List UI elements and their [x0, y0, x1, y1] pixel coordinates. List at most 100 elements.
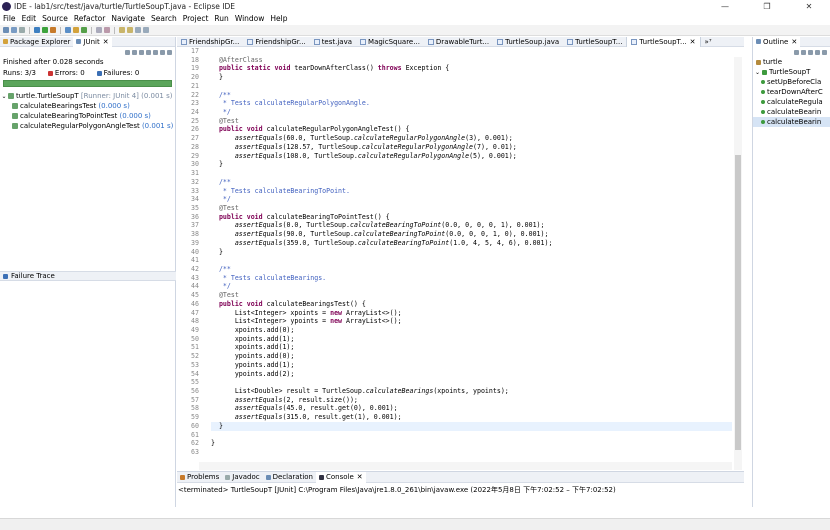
close-tab-icon[interactable]: ✕: [690, 38, 696, 46]
line-number: 17: [191, 47, 199, 55]
line-number: 35: [191, 203, 199, 212]
menu-help[interactable]: Help: [270, 14, 287, 23]
tab-junit[interactable]: JUnit ✕: [73, 36, 112, 47]
test-tree: ⌄ turtle.TurtleSoupT [Runner: JUnit 4] (…: [0, 91, 175, 131]
restore-button[interactable]: ❐: [746, 0, 788, 13]
outline-view: Outline ✕ turtle ⌄ TurtleSoupT setUpBefor…: [752, 36, 830, 507]
line-number: 30: [191, 160, 199, 169]
menu-run[interactable]: Run: [214, 14, 228, 23]
menu-navigate[interactable]: Navigate: [111, 14, 145, 23]
outline-item-method[interactable]: tearDownAfterC: [753, 87, 830, 97]
editor-horizontal-scrollbar[interactable]: [199, 462, 732, 470]
history-icon[interactable]: [160, 49, 165, 55]
tab-outline[interactable]: Outline ✕: [753, 36, 801, 47]
line-number-gutter: 17 18 19 20 21 22 23 24 25 26 27 28 29 30 31 32 33 34 35 36…: [177, 47, 199, 460]
editor-tab[interactable]: test.java: [310, 37, 356, 47]
code-lines[interactable]: @AfterClass public static void tearDownA…: [211, 47, 732, 457]
line-number: 42: [191, 264, 199, 273]
line-number: 36: [191, 212, 199, 221]
editor-tab-active[interactable]: TurtleSoupT... ✕: [626, 36, 701, 47]
line-number: 33: [191, 186, 199, 195]
console-output: <terminated> TurtleSoupT [JUnit] C:\Prog…: [178, 486, 616, 494]
code-area[interactable]: 17 18 19 20 21 22 23 24 25 26 27 28 29 30 31 32 33 34 35 36…: [177, 47, 744, 470]
tab-javadoc[interactable]: Javadoc: [222, 472, 262, 483]
tab-problems[interactable]: Problems: [177, 472, 222, 483]
editor-tab[interactable]: FriendshipGr...: [177, 37, 243, 47]
editor-tab[interactable]: MagicSquare...: [356, 37, 424, 47]
minimize-button[interactable]: —: [704, 0, 746, 13]
menu-window[interactable]: Window: [235, 14, 265, 23]
java-file-icon: [497, 38, 504, 45]
tab-declaration[interactable]: Declaration: [263, 472, 316, 483]
editor-tab[interactable]: DrawableTurt...: [424, 37, 493, 47]
outline-item-method[interactable]: setUpBeforeCla: [753, 77, 830, 87]
editor-tab[interactable]: FriendshipGr...: [243, 37, 309, 47]
rerun-icon[interactable]: [139, 49, 144, 55]
view-menu-icon[interactable]: [822, 49, 827, 55]
close-button[interactable]: ✕: [788, 0, 830, 13]
menu-project[interactable]: Project: [183, 14, 209, 23]
tree-item-test[interactable]: calculateRegularPolygonAngleTest (0.001 …: [0, 121, 175, 131]
tab-package-explorer[interactable]: Package Explorer: [0, 37, 73, 47]
close-tab-icon[interactable]: ✕: [357, 473, 363, 481]
hide-fields-icon[interactable]: [801, 49, 806, 55]
line-number: 63: [191, 448, 199, 457]
failure-trace-icon: [3, 273, 8, 279]
hide-nonpublic-icon[interactable]: [815, 49, 820, 55]
new-java-project-icon[interactable]: [65, 27, 71, 33]
line-number: 48: [191, 317, 199, 326]
new-class-icon[interactable]: [81, 27, 87, 33]
back-icon[interactable]: [135, 27, 141, 33]
outline-item-method[interactable]: calculateBearin: [753, 107, 830, 117]
save-icon[interactable]: [11, 27, 17, 33]
line-number: 43: [191, 273, 199, 282]
hide-static-icon[interactable]: [808, 49, 813, 55]
java-file-icon: [427, 38, 434, 45]
line-number: 26: [191, 125, 199, 134]
next-annotation-icon[interactable]: [119, 27, 125, 33]
expand-icon[interactable]: ⌄: [0, 93, 8, 100]
next-failure-icon[interactable]: [125, 49, 130, 55]
editor-tab[interactable]: TurtleSoupT...: [563, 37, 626, 47]
error-icon: [47, 70, 53, 76]
line-number: 59: [191, 413, 199, 422]
open-type-icon[interactable]: [96, 27, 102, 33]
line-number: 32: [191, 177, 199, 186]
outline-item-package[interactable]: turtle: [753, 57, 830, 67]
outline-item-class[interactable]: ⌄ TurtleSoupT: [753, 67, 830, 77]
close-tab-icon[interactable]: ✕: [791, 38, 797, 46]
menu-file[interactable]: File: [3, 14, 16, 23]
tab-overflow[interactable]: »⁷: [701, 37, 716, 47]
sort-icon[interactable]: [794, 49, 799, 55]
view-menu-icon[interactable]: [167, 49, 172, 55]
tab-console[interactable]: Console ✕: [316, 471, 366, 483]
tree-root[interactable]: ⌄ turtle.TurtleSoupT [Runner: JUnit 4] (…: [0, 91, 175, 101]
external-tools-icon[interactable]: [50, 27, 56, 33]
menu-edit[interactable]: Edit: [22, 14, 37, 23]
rerun-failed-icon[interactable]: [146, 49, 151, 55]
line-number: 50: [191, 334, 199, 343]
save-all-icon[interactable]: [19, 27, 25, 33]
java-file-icon: [631, 38, 638, 45]
tree-item-test[interactable]: calculateBearingToPointTest (0.000 s): [0, 111, 175, 121]
menu-source[interactable]: Source: [42, 14, 68, 23]
menu-search[interactable]: Search: [151, 14, 177, 23]
editor-tab[interactable]: TurtleSoup.java: [493, 37, 563, 47]
stop-icon[interactable]: [153, 49, 158, 55]
editor-vertical-scrollbar[interactable]: [734, 57, 742, 470]
new-icon[interactable]: [3, 27, 9, 33]
close-tab-icon[interactable]: ✕: [103, 38, 109, 46]
new-package-icon[interactable]: [73, 27, 79, 33]
prev-annotation-icon[interactable]: [127, 27, 133, 33]
prev-failure-icon[interactable]: [132, 49, 137, 55]
outline-item-method[interactable]: calculateRegula: [753, 97, 830, 107]
menu-refactor[interactable]: Refactor: [74, 14, 105, 23]
declaration-icon: [265, 474, 271, 480]
debug-icon[interactable]: [34, 27, 40, 33]
tree-item-test[interactable]: calculateBearingsTest (0.000 s): [0, 101, 175, 111]
run-icon[interactable]: [42, 27, 48, 33]
forward-icon[interactable]: [143, 27, 149, 33]
outline-item-method-selected[interactable]: calculateBearin: [753, 117, 830, 127]
search-icon[interactable]: [104, 27, 110, 33]
test-pass-icon: [12, 103, 18, 109]
